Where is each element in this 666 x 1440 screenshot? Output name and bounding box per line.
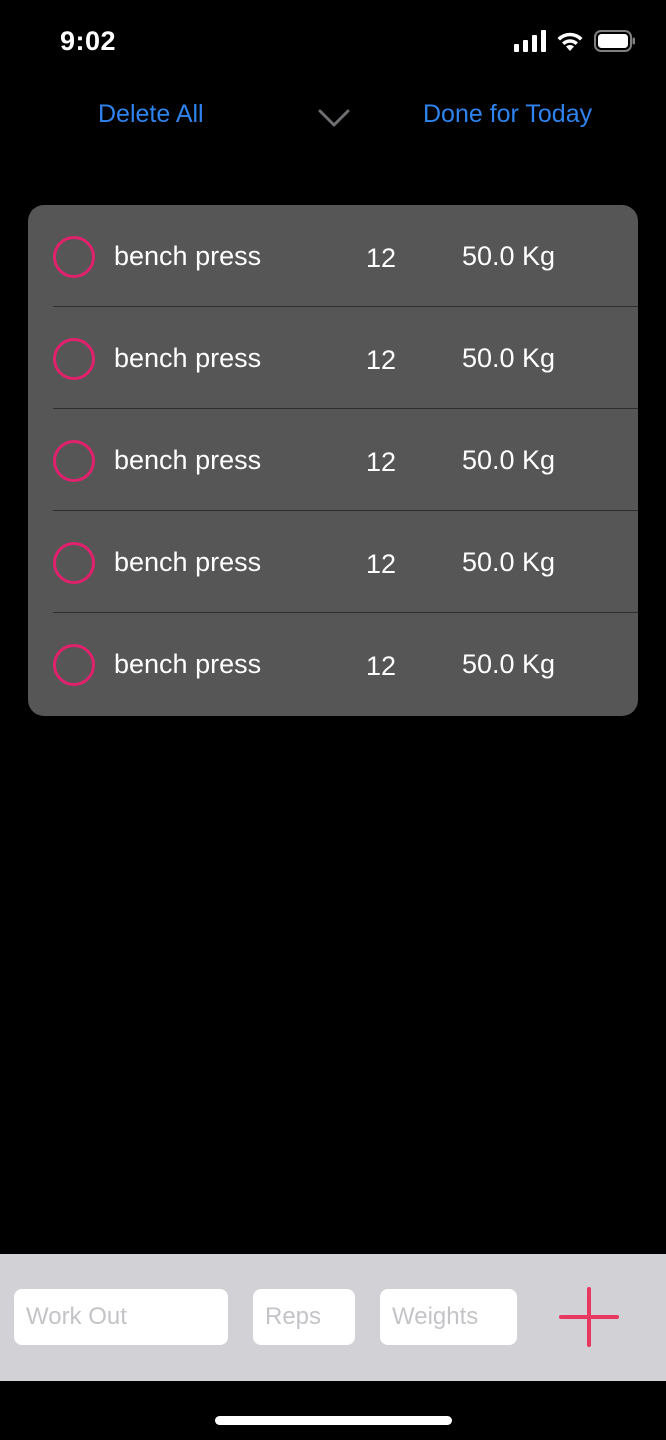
workout-weight: 50.0 Kg [462,649,556,679]
status-time: 9:02 [60,26,117,56]
workout-reps: 12 [366,549,397,579]
workout-weight: 50.0 Kg [462,445,556,475]
list-item[interactable]: bench press 12 50.0 Kg [28,409,638,511]
checkbox-circle-icon[interactable] [53,542,95,584]
workout-list: bench press 12 50.0 Kg bench press 12 50… [28,205,638,716]
battery-icon [594,30,636,52]
plus-icon [559,1287,619,1347]
delete-all-button[interactable]: Delete All [98,100,204,129]
workout-weight: 50.0 Kg [462,241,556,271]
wifi-icon [556,30,584,52]
workout-weight: 50.0 Kg [462,343,556,373]
add-button[interactable] [558,1286,620,1348]
weights-input[interactable] [380,1289,517,1345]
checkbox-circle-icon[interactable] [53,644,95,686]
checkbox-circle-icon[interactable] [53,440,95,482]
workout-reps: 12 [366,447,397,477]
workout-name: bench press [114,343,262,373]
status-bar: 9:02 [0,0,666,86]
list-item[interactable]: bench press 12 50.0 Kg [28,511,638,613]
chevron-down-icon[interactable] [318,108,350,133]
checkbox-circle-icon[interactable] [53,236,95,278]
top-nav: Delete All Done for Today [0,90,666,142]
cellular-signal-icon [514,30,546,52]
done-for-today-button[interactable]: Done for Today [423,100,592,129]
home-indicator[interactable] [215,1416,452,1425]
input-bar [0,1254,666,1381]
workout-name: bench press [114,241,262,271]
workout-reps: 12 [366,345,397,375]
status-icons [514,30,636,52]
workout-name: bench press [114,649,262,679]
workout-name: bench press [114,445,262,475]
list-item[interactable]: bench press 12 50.0 Kg [28,307,638,409]
checkbox-circle-icon[interactable] [53,338,95,380]
workout-reps: 12 [366,651,397,681]
list-item[interactable]: bench press 12 50.0 Kg [28,613,638,715]
reps-input[interactable] [253,1289,355,1345]
workout-name: bench press [114,547,262,577]
list-item[interactable]: bench press 12 50.0 Kg [28,205,638,307]
workout-input[interactable] [14,1289,228,1345]
workout-reps: 12 [366,243,397,273]
workout-weight: 50.0 Kg [462,547,556,577]
